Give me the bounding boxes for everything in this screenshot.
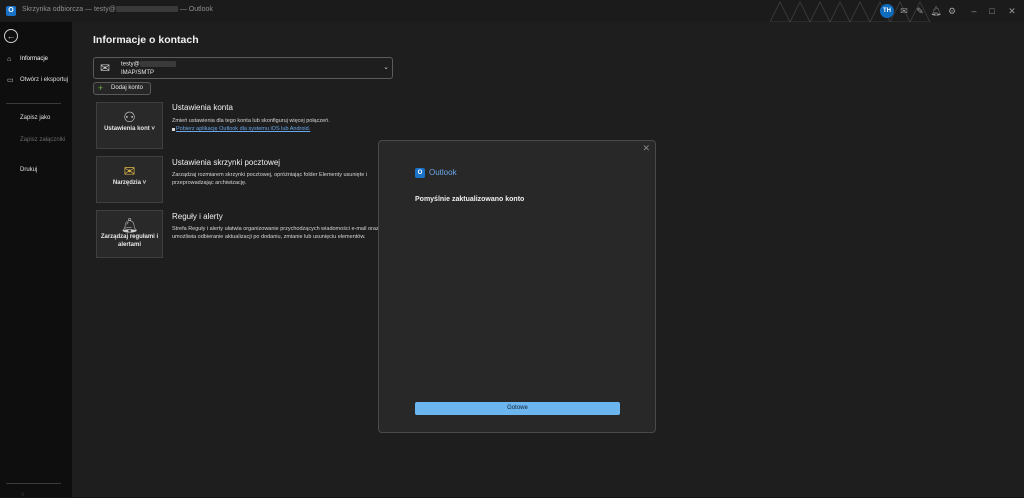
sidebar-divider-bottom bbox=[6, 483, 61, 484]
section-title: Ustawienia skrzynki pocztowej bbox=[172, 158, 281, 167]
bell-icon[interactable]: 🔔︎ bbox=[930, 5, 942, 17]
account-dropdown[interactable]: ✉ testy@ IMAP/SMTP ⌄ bbox=[93, 57, 393, 79]
maximize-icon[interactable]: □ bbox=[986, 5, 998, 17]
info-icon: ⌂ bbox=[7, 56, 12, 63]
folder-icon: ▭ bbox=[7, 77, 14, 84]
section-title: Reguły i alerty bbox=[172, 212, 223, 221]
chevron-down-icon: ⌄ bbox=[383, 64, 389, 71]
title-bar: O Skrzynka odbiorcza — testy@ — Outlook … bbox=[0, 0, 1024, 22]
envelope-icon: ✉ bbox=[100, 61, 111, 75]
account-email: testy@ bbox=[121, 61, 176, 68]
section-description: Zmień ustawienia dla tego konta lub skon… bbox=[172, 118, 330, 124]
account-type: IMAP/SMTP bbox=[121, 70, 155, 76]
backstage-sidebar: ← ⌂ Informacje ▭ Otwórz i eksportuj Zapi… bbox=[0, 22, 72, 497]
page-title: Informacje o kontach bbox=[93, 34, 199, 46]
dialog-app-name: Outlook bbox=[429, 168, 457, 177]
redacted-email bbox=[139, 61, 176, 67]
outlook-logo-icon: O bbox=[6, 6, 16, 16]
plus-icon: + bbox=[98, 83, 104, 93]
mailbox-cleanup-icon: ✉ bbox=[123, 163, 136, 179]
add-account-button[interactable]: + Dodaj konto bbox=[93, 82, 151, 95]
options-icon[interactable]: ◌ bbox=[21, 492, 29, 498]
user-settings-icon: ⚇ bbox=[123, 109, 136, 125]
mail-icon[interactable]: ✉ bbox=[898, 5, 910, 17]
sidebar-divider bbox=[6, 103, 61, 104]
close-icon[interactable]: ✕ bbox=[642, 143, 650, 154]
section-title: Ustawienia konta bbox=[172, 103, 233, 112]
tools-button[interactable]: ✉ Narzędzia ˅ bbox=[96, 156, 163, 203]
manage-rules-alerts-button[interactable]: 🔔︎ Zarządzaj regułami i alertami bbox=[96, 210, 163, 258]
redacted-email bbox=[115, 6, 178, 13]
section-description: Strefa Reguły i alerty ułatwia organizow… bbox=[172, 226, 379, 240]
user-avatar[interactable]: TH bbox=[880, 4, 894, 18]
settings-icon[interactable]: ⚙ bbox=[946, 5, 958, 17]
window-title: Skrzynka odbiorcza — testy@ — Outlook bbox=[22, 6, 213, 13]
minimize-icon[interactable]: – bbox=[968, 5, 980, 17]
account-settings-button[interactable]: ⚇ Ustawienia kont ˅ bbox=[96, 102, 163, 149]
section-description: Zarządzaj rozmiarem skrzynki pocztowej, … bbox=[172, 172, 368, 186]
back-arrow-icon[interactable]: ← bbox=[4, 29, 18, 43]
close-icon[interactable]: ✕ bbox=[1006, 5, 1018, 17]
pen-icon[interactable]: ✎ bbox=[914, 5, 926, 17]
dialog-message: Pomyślnie zaktualizowano konto bbox=[415, 196, 525, 203]
done-button[interactable]: Gotowe bbox=[415, 402, 620, 415]
account-updated-dialog: ✕ O Outlook Pomyślnie zaktualizowano kon… bbox=[378, 140, 656, 433]
download-mobile-app-link[interactable]: Pobierz aplikację Outlook dla systemu iO… bbox=[171, 126, 310, 132]
rules-bell-icon: 🔔︎ bbox=[120, 217, 139, 233]
outlook-logo-icon: O bbox=[415, 168, 425, 178]
